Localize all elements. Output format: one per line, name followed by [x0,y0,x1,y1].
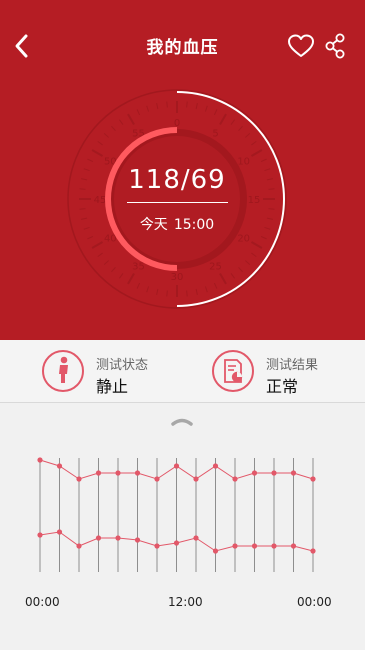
data-point [310,476,316,482]
data-point [134,470,141,476]
data-point [271,470,277,476]
data-point [290,543,297,549]
data-point [251,543,258,549]
data-point [232,543,238,549]
bp-chart [37,457,316,572]
data-point [115,535,121,541]
x-label-mid: 12:00 [168,595,203,609]
data-point [154,543,160,549]
data-point [56,529,63,535]
x-label-start: 00:00 [25,595,60,609]
data-point [271,543,277,549]
x-label-end: 00:00 [297,595,332,609]
data-point [173,540,180,546]
data-point [115,470,121,476]
data-point [212,548,219,554]
data-point [193,476,199,482]
data-point [173,463,180,469]
data-point [37,532,43,538]
data-point [134,537,141,543]
data-point [56,463,63,469]
data-point [37,457,43,463]
data-point [310,548,316,554]
data-point [232,476,238,482]
data-point [212,463,219,469]
data-point [154,476,160,482]
data-point [193,535,199,541]
data-point [95,470,102,476]
data-point [76,543,82,549]
data-point [251,470,258,476]
data-point [290,470,297,476]
data-point [95,535,102,541]
data-point [76,476,82,482]
